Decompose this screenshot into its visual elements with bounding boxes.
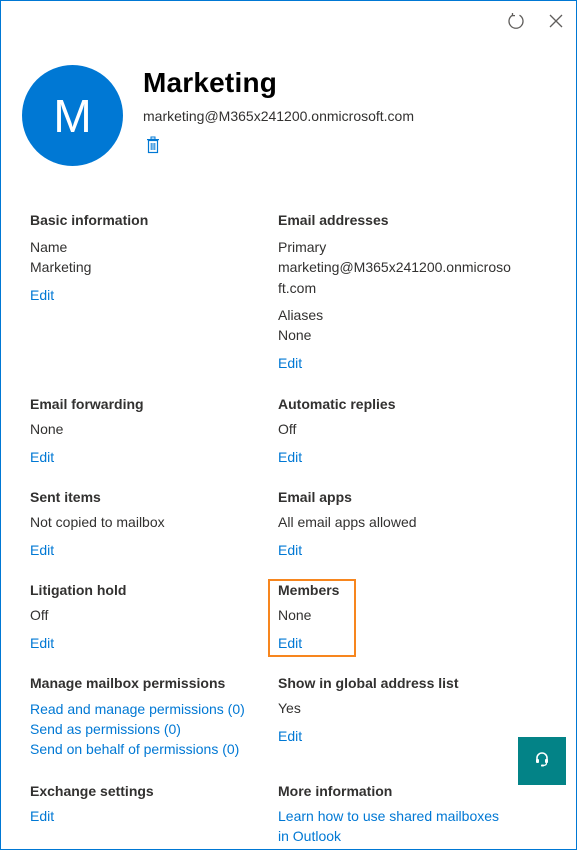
section-heading: Show in global address list (278, 675, 459, 691)
section-email-addresses: Email addresses Primary marketing@M365x2… (278, 211, 518, 373)
page-title: Marketing (143, 67, 278, 98)
section-sent-items: Sent items Not copied to mailbox Edit (30, 488, 270, 560)
aliases-label: Aliases (278, 307, 324, 323)
sent-items-value: Not copied to mailbox (30, 514, 165, 530)
section-heading: More information (278, 783, 393, 799)
section-mailbox-permissions: Manage mailbox permissions Read and mana… (30, 674, 280, 759)
mailbox-email: marketing@M365x241200.onmicrosoft.com (143, 108, 415, 124)
refresh-icon[interactable] (506, 11, 526, 31)
section-heading: Automatic replies (278, 396, 396, 412)
section-more-information: More information Learn how to use shared… (278, 782, 538, 846)
section-email-forwarding: Email forwarding None Edit (30, 395, 270, 467)
section-exchange-settings: Exchange settings Edit (30, 782, 270, 826)
send-as-permissions-link[interactable]: Send as permissions (0) (30, 719, 280, 739)
help-link-line-2[interactable]: in Outlook (278, 826, 538, 846)
close-icon[interactable] (546, 11, 566, 31)
email-apps-value: All email apps allowed (278, 514, 417, 530)
primary-email-value-continued: ft.com (278, 280, 317, 296)
shared-mailboxes-help-link[interactable]: Learn how to use shared mailboxes in Out… (278, 806, 538, 846)
edit-gal-link[interactable]: Edit (278, 727, 302, 745)
section-heading: Exchange settings (30, 783, 154, 799)
edit-forwarding-link[interactable]: Edit (30, 448, 54, 466)
section-heading: Litigation hold (30, 582, 127, 598)
section-heading: Email apps (278, 489, 352, 505)
forwarding-value: None (30, 421, 64, 437)
section-heading: Email forwarding (30, 396, 144, 412)
edit-exchange-settings-link[interactable]: Edit (30, 806, 270, 826)
read-manage-permissions-link[interactable]: Read and manage permissions (0) (30, 699, 280, 719)
headset-icon (535, 751, 549, 772)
section-automatic-replies: Automatic replies Off Edit (278, 395, 518, 467)
help-link-line-1[interactable]: Learn how to use shared mailboxes (278, 806, 538, 826)
auto-replies-value: Off (278, 421, 297, 437)
section-heading: Sent items (30, 489, 101, 505)
delete-icon[interactable] (146, 136, 162, 154)
edit-email-addresses-link[interactable]: Edit (278, 354, 302, 372)
panel-toolbar (506, 11, 566, 31)
section-heading: Email addresses (278, 212, 389, 228)
mailbox-details-panel: M Marketing marketing@M365x241200.onmicr… (0, 0, 577, 850)
primary-email-value: marketing@M365x241200.onmicroso (278, 259, 511, 275)
aliases-value: None (278, 327, 312, 343)
section-litigation-hold: Litigation hold Off Edit (30, 581, 270, 653)
section-basic-information: Basic information Name Marketing Edit (30, 211, 270, 305)
name-value: Marketing (30, 259, 92, 275)
edit-email-apps-link[interactable]: Edit (278, 541, 302, 559)
members-highlight-box (268, 579, 356, 657)
name-label: Name (30, 239, 68, 255)
edit-litigation-link[interactable]: Edit (30, 634, 54, 652)
avatar: M (22, 65, 123, 166)
section-email-apps: Email apps All email apps allowed Edit (278, 488, 518, 560)
edit-auto-replies-link[interactable]: Edit (278, 448, 302, 466)
edit-sent-items-link[interactable]: Edit (30, 541, 54, 559)
section-heading: Manage mailbox permissions (30, 675, 226, 691)
send-on-behalf-permissions-link[interactable]: Send on behalf of permissions (0) (30, 739, 280, 759)
section-global-address-list: Show in global address list Yes Edit (278, 674, 518, 746)
primary-label: Primary (278, 239, 327, 255)
gal-value: Yes (278, 700, 301, 716)
help-chat-button[interactable] (518, 737, 566, 785)
litigation-value: Off (30, 607, 49, 623)
edit-name-link[interactable]: Edit (30, 286, 54, 304)
section-heading: Basic information (30, 212, 149, 228)
